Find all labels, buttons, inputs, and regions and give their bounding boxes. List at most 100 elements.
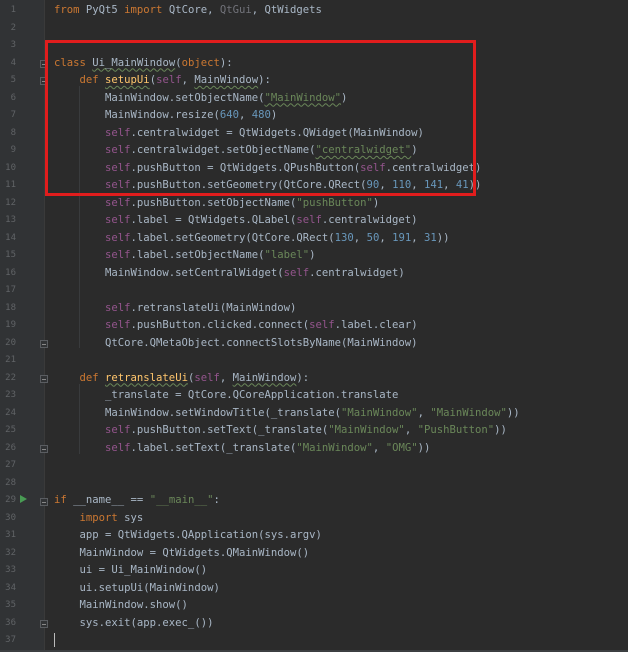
code-line[interactable]: self.centralwidget.setObjectName("centra…	[54, 142, 418, 160]
code-token: self	[105, 126, 131, 139]
fold-marker-icon[interactable]	[40, 77, 48, 85]
code-line[interactable]: self.pushButton = QtWidgets.QPushButton(…	[54, 160, 481, 178]
code-line[interactable]: self.label.setGeometry(QtCore.QRect(130,…	[54, 230, 450, 248]
line-number: 29	[5, 495, 16, 505]
code-line[interactable]: self.pushButton.clicked.connect(self.lab…	[54, 317, 418, 335]
line-number: 19	[5, 320, 16, 330]
code-line[interactable]: import sys	[54, 510, 144, 528]
code-line[interactable]: self.label = QtWidgets.QLabel(self.centr…	[54, 212, 418, 230]
code-line[interactable]: self.retranslateUi(MainWindow)	[54, 300, 296, 318]
code-token: ,	[372, 441, 386, 454]
code-token: "label"	[264, 249, 310, 261]
line-number: 12	[5, 197, 16, 208]
code-line[interactable]: app = QtWidgets.QApplication(sys.argv)	[54, 527, 322, 545]
code-token: QtCore,	[168, 4, 220, 16]
code-line[interactable]: MainWindow.setWindowTitle(_translate("Ma…	[54, 405, 520, 423]
code-line[interactable]: MainWindow.resize(640, 480)	[54, 107, 277, 125]
code-line[interactable]: MainWindow.setObjectName("MainWindow")	[54, 90, 347, 108]
line-number: 4	[10, 57, 16, 68]
code-token: .label = QtWidgets.QLabel(	[130, 214, 297, 226]
code-token: ,	[219, 371, 233, 384]
code-token: , QtWidgets	[251, 4, 322, 16]
code-token: import	[124, 4, 169, 16]
code-token: .pushButton.setObjectName(	[130, 196, 297, 209]
code-line[interactable]: ui.setupUi(MainWindow)	[54, 580, 220, 598]
code-token: self	[105, 441, 131, 454]
code-token: self	[309, 319, 335, 331]
code-line[interactable]: QtCore.QMetaObject.connectSlotsByName(Ma…	[54, 335, 418, 353]
code-token: retranslateUi	[105, 371, 188, 384]
code-line[interactable]: MainWindow.setCentralWidget(self.central…	[54, 265, 405, 283]
code-line[interactable]: def retranslateUi(self, MainWindow):	[54, 370, 310, 388]
code-token: :	[213, 494, 220, 506]
line-number: 9	[10, 145, 16, 155]
code-line[interactable]: MainWindow.show()	[54, 597, 188, 615]
code-line[interactable]: self.label.setText(_translate("MainWindo…	[54, 440, 430, 458]
code-line[interactable]: if __name__ == "__main__":	[54, 492, 220, 510]
code-line[interactable]: from PyQt5 import QtCore, QtGui, QtWidge…	[54, 2, 322, 20]
code-line[interactable]: self.pushButton.setText(_translate("Main…	[54, 422, 507, 440]
code-token: ui = Ui_MainWindow()	[54, 564, 208, 576]
code-token: )	[411, 144, 418, 156]
line-number: 24	[5, 407, 16, 418]
code-token: 130	[334, 231, 354, 244]
code-line[interactable]: sys.exit(app.exec_())	[54, 615, 214, 633]
code-token: _translate = QtCore.QCoreApplication.tra…	[54, 389, 399, 401]
line-number: 23	[5, 390, 16, 400]
code-line[interactable]: ui = Ui_MainWindow()	[54, 562, 208, 580]
code-token: "MainWindow"	[328, 424, 405, 436]
code-line[interactable]: def setupUi(self, MainWindow):	[54, 72, 271, 90]
code-line[interactable]: self.pushButton.setObjectName("pushButto…	[54, 195, 379, 213]
code-token: self	[105, 196, 131, 209]
code-token: "centralwidget"	[315, 144, 412, 156]
code-token: self	[105, 249, 131, 261]
fold-marker-icon[interactable]	[40, 340, 48, 348]
code-token: .centralwidget)	[321, 214, 418, 226]
code-token: "MainWindow"	[296, 441, 373, 454]
fold-marker-icon[interactable]	[40, 498, 48, 506]
code-token: .pushButton.setGeometry(QtCore.QRect(	[130, 179, 367, 191]
code-token: self	[105, 161, 131, 174]
code-line[interactable]: self.pushButton.setGeometry(QtCore.QRect…	[54, 177, 481, 195]
code-token: 50	[366, 231, 380, 244]
code-token: self	[105, 144, 131, 156]
code-token: class	[54, 56, 93, 69]
code-line[interactable]: _translate = QtCore.QCoreApplication.tra…	[54, 387, 398, 405]
code-token: .centralwidget = QtWidgets.QWidget(MainW…	[130, 126, 424, 139]
code-token: self	[105, 231, 131, 244]
code-token: "MainWindow"	[430, 406, 507, 419]
line-number: 18	[5, 302, 16, 313]
run-triangle-icon[interactable]	[20, 495, 27, 503]
code-token: self	[105, 301, 131, 314]
line-number: 33	[5, 565, 16, 575]
line-number: 15	[5, 250, 16, 260]
code-line[interactable]: class Ui_MainWindow(object):	[54, 55, 233, 73]
code-token: ):	[258, 74, 271, 86]
code-token: 31	[424, 231, 437, 244]
code-line[interactable]: MainWindow = QtWidgets.QMainWindow()	[54, 545, 310, 563]
code-token: 141	[423, 179, 444, 191]
line-number: 7	[10, 110, 16, 120]
code-token: QtCore.QMetaObject.connectSlotsByName(Ma…	[54, 336, 418, 349]
fold-marker-icon[interactable]	[40, 60, 48, 68]
fold-marker-icon[interactable]	[40, 445, 48, 453]
code-token: ,	[404, 424, 418, 436]
code-token: ,	[379, 231, 393, 244]
code-token: self	[283, 266, 310, 279]
code-line[interactable]: self.label.setObjectName("label")	[54, 247, 316, 265]
line-number: 26	[5, 442, 16, 453]
fold-marker-icon[interactable]	[40, 620, 48, 628]
code-token: __name__	[73, 494, 131, 506]
code-token: object	[181, 56, 220, 69]
fold-marker-icon[interactable]	[40, 375, 48, 383]
code-token: self	[105, 179, 131, 191]
code-token: .label.setText(_translate(	[130, 441, 297, 454]
code-line[interactable]: self.centralwidget = QtWidgets.QWidget(M…	[54, 125, 424, 143]
